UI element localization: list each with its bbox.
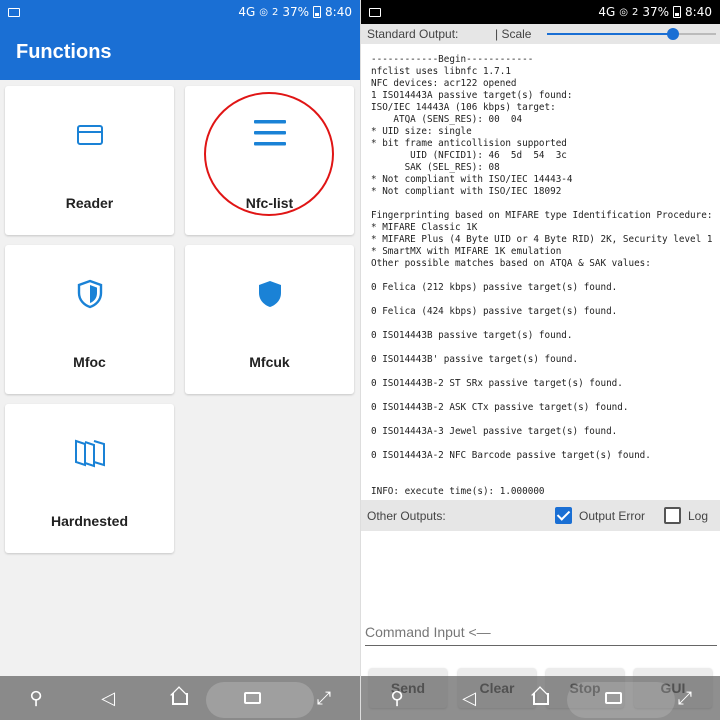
console-output[interactable]: ------------Begin------------ nfclist us…: [371, 54, 720, 498]
back-icon[interactable]: ◁: [454, 688, 484, 709]
status-indicators: 4G ◎ 2 37% 8:40: [238, 5, 352, 19]
app-bar: Functions: [0, 24, 360, 80]
card-nfc-list[interactable]: Nfc-list: [185, 86, 354, 235]
card-label: Mfcuk: [249, 354, 290, 370]
menu-lines-icon: [253, 116, 287, 150]
other-outputs-label: Other Outputs:: [367, 508, 446, 523]
card-label: Mfoc: [73, 354, 106, 370]
expand-icon[interactable]: ⤢: [670, 688, 700, 709]
back-icon[interactable]: ◁: [93, 688, 123, 709]
status-bar: 4G ◎ 2 37% 8:40: [361, 0, 720, 24]
battery-percent: 37%: [642, 5, 670, 19]
card-mfoc[interactable]: Mfoc: [5, 245, 174, 394]
image-notification-icon: [369, 7, 381, 17]
scale-label: | Scale: [495, 27, 532, 41]
location-icon: ◎: [259, 6, 268, 18]
system-nav-bar: ⚲ ◁ ⤢: [0, 676, 360, 720]
card-reader[interactable]: Reader: [5, 86, 174, 235]
console-text: ------------Begin------------ nfclist us…: [371, 54, 713, 497]
output-error-label: Output Error: [579, 508, 646, 523]
clock: 8:40: [685, 5, 712, 19]
function-grid: Reader Nfc-list Mfoc Mfcuk Hardnested: [0, 80, 360, 553]
card-label: Reader: [65, 195, 114, 211]
other-outputs-bar: Other Outputs: Output Error Log: [361, 500, 720, 531]
network-type: 4G: [598, 5, 616, 19]
scale-slider-thumb[interactable]: [667, 28, 679, 40]
pin-icon[interactable]: ⚲: [382, 688, 412, 709]
recents-icon[interactable]: [598, 688, 628, 709]
shield-outline-icon: [77, 277, 103, 311]
standard-output-label: Standard Output:: [367, 27, 459, 41]
card-mfcuk[interactable]: Mfcuk: [185, 245, 354, 394]
clock: 8:40: [325, 5, 352, 19]
status-bar: 4G ◎ 2 37% 8:40: [0, 0, 360, 24]
image-notification-icon: [8, 7, 20, 17]
expand-icon[interactable]: ⤢: [309, 688, 339, 709]
functions-screen: 4G ◎ 2 37% 8:40 Functions Reader Nfc-lis…: [0, 0, 360, 720]
sim-badge: 2: [272, 6, 279, 18]
pin-icon[interactable]: ⚲: [21, 688, 51, 709]
system-nav-bar: ⚲ ◁ ⤢: [361, 676, 720, 720]
scale-slider-rest: [673, 33, 716, 35]
card-label: Nfc-list: [245, 195, 294, 211]
card-hardnested[interactable]: Hardnested: [5, 404, 174, 553]
sim-badge: 2: [632, 6, 639, 18]
battery-icon: [673, 6, 682, 18]
standard-output-bar: Standard Output: | Scale: [361, 24, 720, 44]
shield-filled-icon: [257, 277, 283, 311]
log-checkbox[interactable]: [664, 507, 681, 524]
credit-card-icon: [76, 118, 103, 152]
recents-icon[interactable]: [237, 688, 267, 709]
output-error-checkbox[interactable]: [555, 507, 572, 524]
network-type: 4G: [238, 5, 256, 19]
stacked-cards-icon: [74, 436, 106, 470]
location-icon: ◎: [619, 6, 628, 18]
home-icon[interactable]: [165, 687, 195, 710]
battery-percent: 37%: [282, 5, 310, 19]
battery-icon: [313, 6, 322, 18]
status-indicators: 4G ◎ 2 37% 8:40: [598, 5, 712, 19]
terminal-screen: 4G ◎ 2 37% 8:40 Standard Output: | Scale…: [360, 0, 720, 720]
card-label: Hardnested: [50, 513, 129, 529]
command-input[interactable]: Command Input <—: [365, 624, 717, 646]
home-icon[interactable]: [526, 687, 556, 710]
log-label: Log: [688, 508, 709, 523]
page-title: Functions: [16, 40, 112, 63]
